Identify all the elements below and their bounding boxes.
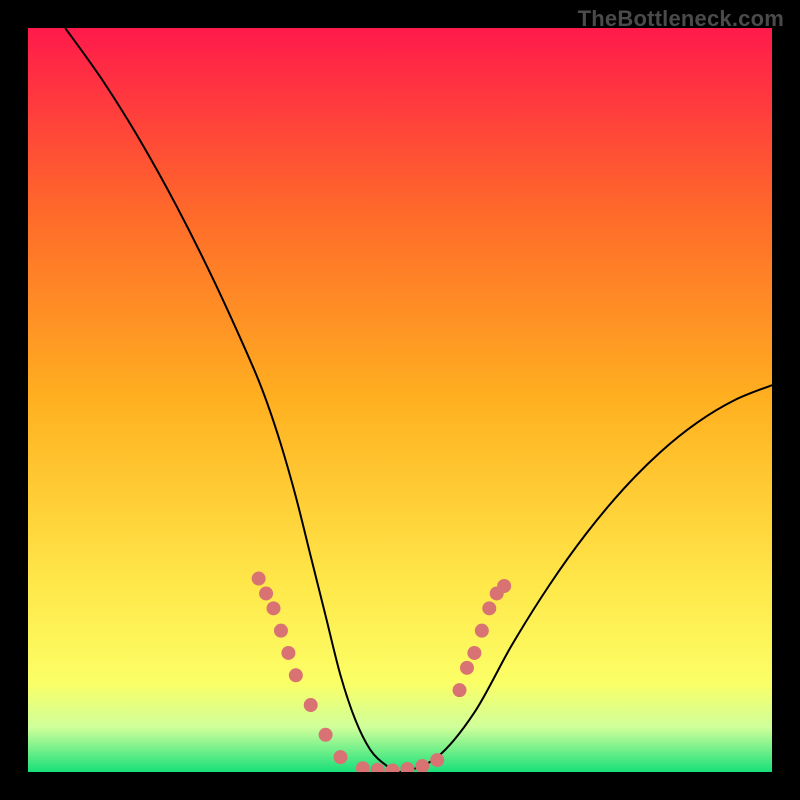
chart-svg	[0, 0, 800, 800]
marker-point	[460, 661, 474, 675]
marker-point	[333, 750, 347, 764]
bottleneck-chart: TheBottleneck.com	[0, 0, 800, 800]
marker-point	[400, 762, 414, 776]
marker-point	[430, 753, 444, 767]
marker-point	[259, 586, 273, 600]
marker-point	[467, 646, 481, 660]
marker-point	[304, 698, 318, 712]
watermark-text: TheBottleneck.com	[578, 6, 784, 32]
marker-point	[289, 668, 303, 682]
marker-point	[274, 624, 288, 638]
marker-point	[453, 683, 467, 697]
marker-point	[319, 728, 333, 742]
marker-point	[356, 761, 370, 775]
marker-point	[475, 624, 489, 638]
marker-point	[415, 759, 429, 773]
marker-point	[497, 579, 511, 593]
marker-point	[281, 646, 295, 660]
marker-point	[386, 764, 400, 778]
marker-point	[482, 601, 496, 615]
marker-point	[252, 572, 266, 586]
marker-point	[267, 601, 281, 615]
marker-point	[371, 763, 385, 777]
